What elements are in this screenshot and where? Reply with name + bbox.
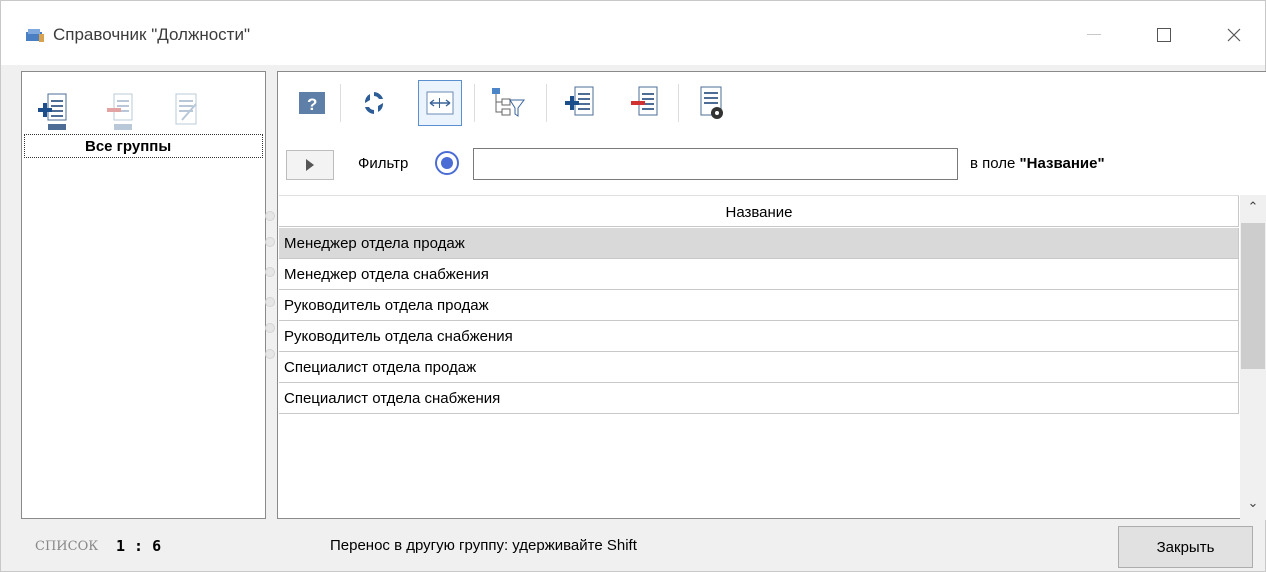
minimize-button[interactable] (1071, 15, 1117, 55)
delete-group-icon[interactable] (102, 88, 136, 132)
row-indicator (265, 297, 275, 307)
filter-field-prefix: в поле (970, 155, 1016, 172)
maximize-button[interactable] (1141, 15, 1187, 55)
main-window: Справочник "Должности" Все группы ? Филь… (0, 0, 1266, 572)
filter-radio[interactable] (435, 151, 459, 175)
column-header-label: Название (725, 204, 793, 221)
add-record-button[interactable] (558, 80, 602, 126)
add-record-icon (565, 86, 594, 116)
row-text: Руководитель отдела снабжения (284, 328, 513, 345)
delete-record-icon (631, 86, 658, 116)
close-window-button[interactable] (1211, 15, 1257, 55)
table-row[interactable]: Руководитель отдела снабжения (279, 321, 1239, 352)
apply-filter-button[interactable] (286, 150, 334, 180)
toolbar-separator (340, 84, 341, 122)
title-bar: Справочник "Должности" (1, 1, 1265, 65)
scroll-thumb[interactable] (1241, 223, 1265, 369)
toolbar-separator (546, 84, 547, 122)
toolbar-separator (678, 84, 679, 122)
settings-button[interactable] (690, 80, 734, 126)
tree-filter-button[interactable] (486, 80, 530, 126)
table-row[interactable]: Руководитель отдела продаж (279, 290, 1239, 321)
group-all-label: Все группы (85, 138, 172, 155)
records-grid: Название Менеджер отдела продаж Менеджер… (279, 195, 1239, 414)
app-icon (26, 29, 44, 42)
refresh-icon (364, 92, 384, 114)
minimize-icon (1087, 34, 1101, 35)
help-button[interactable]: ? (290, 80, 334, 126)
help-icon: ? (299, 92, 325, 114)
scroll-up-icon[interactable]: ⌃ (1240, 199, 1266, 219)
table-row[interactable]: Специалист отдела продаж (279, 352, 1239, 383)
svg-text:?: ? (307, 95, 317, 114)
row-text: Специалист отдела снабжения (284, 390, 501, 407)
vertical-scrollbar[interactable]: ⌃ ⌄ (1240, 195, 1266, 520)
play-icon (306, 159, 314, 171)
row-text: Менеджер отдела снабжения (284, 266, 489, 283)
refresh-button[interactable] (352, 80, 396, 126)
filter-field-label: в поле "Название" (970, 155, 1105, 172)
edit-group-icon[interactable] (168, 88, 202, 132)
close-icon (1227, 28, 1241, 42)
tree-filter-icon (492, 88, 525, 117)
row-text: Менеджер отдела продаж (284, 235, 465, 252)
records-panel: ? Фильтр в поле "Название" Название Мене… (277, 71, 1266, 520)
close-button[interactable]: Закрыть (1118, 526, 1253, 568)
maximize-icon (1157, 28, 1171, 42)
status-hint: Перенос в другую группу: удерживайте Shi… (330, 537, 637, 554)
filter-input[interactable] (473, 148, 958, 180)
row-text: Специалист отдела продаж (284, 359, 477, 376)
status-record-count: 1 : 6 (116, 537, 162, 555)
row-indicator (265, 349, 275, 359)
scroll-down-icon[interactable]: ⌄ (1240, 495, 1266, 515)
column-header-name[interactable]: Название (279, 195, 1239, 227)
row-indicator (265, 237, 275, 247)
row-text: Руководитель отдела продаж (284, 297, 489, 314)
settings-icon (700, 86, 723, 119)
delete-record-button[interactable] (622, 80, 666, 126)
groups-panel: Все группы (21, 71, 266, 519)
table-row[interactable]: Менеджер отдела снабжения (279, 259, 1239, 290)
row-indicator (265, 323, 275, 333)
status-mode-label: СПИСОК (35, 539, 99, 554)
row-indicator (265, 211, 275, 221)
group-all[interactable]: Все группы (24, 134, 263, 158)
fit-columns-button[interactable] (418, 80, 462, 126)
window-title: Справочник "Должности" (53, 25, 250, 44)
radio-dot (441, 157, 453, 169)
filter-label: Фильтр (358, 155, 409, 172)
table-row[interactable]: Специалист отдела снабжения (279, 383, 1239, 414)
row-indicator (265, 267, 275, 277)
fit-columns-icon (426, 91, 454, 115)
add-group-icon[interactable] (36, 88, 70, 132)
toolbar-separator (474, 84, 475, 122)
table-row[interactable]: Менеджер отдела продаж (279, 228, 1239, 259)
filter-field-name: "Название" (1019, 155, 1105, 172)
